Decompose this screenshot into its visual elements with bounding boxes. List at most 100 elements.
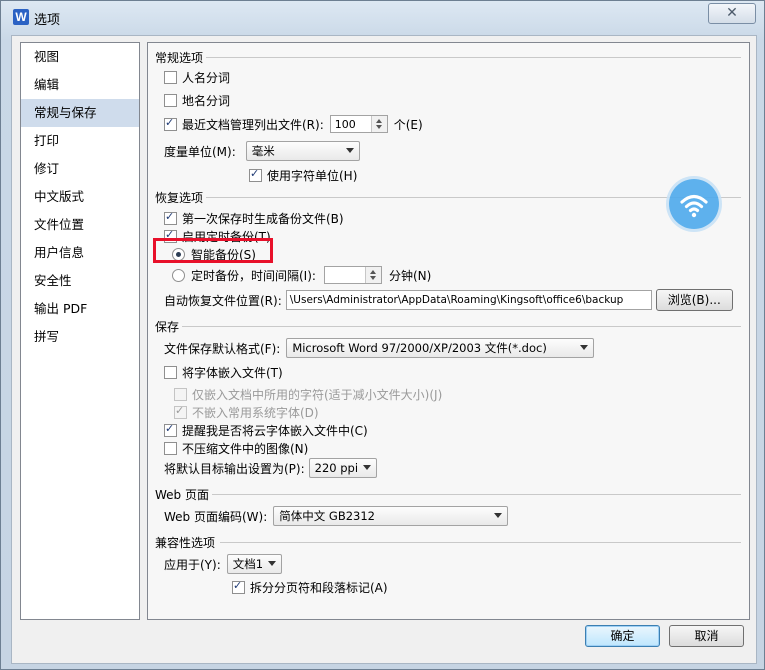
sidebar-item-user-info[interactable]: 用户信息 — [21, 239, 139, 267]
general-save-panel: 常规选项 人名分词 地名分词 最近文档管理列出文件(R): 100 个(E) — [147, 42, 750, 620]
remind-cloud-fonts-checkbox[interactable] — [164, 422, 177, 437]
web-encoding-select[interactable]: 简体中文 GB2312 — [273, 506, 509, 526]
autorecover-location-row: 自动恢复文件位置(R): \Users\Administrator\AppDat… — [164, 289, 733, 311]
place-name-checkbox[interactable] — [164, 94, 177, 107]
dialog-body: 视图 编辑 常规与保存 打印 修订 中文版式 文件位置 用户信息 安全性 输出 … — [11, 35, 757, 664]
chevron-down-icon — [267, 561, 276, 566]
stepper-arrows-icon[interactable] — [364, 267, 381, 283]
sidebar-item-spelling[interactable]: 拼写 — [21, 323, 139, 351]
recent-files-unit: 个(E) — [393, 117, 423, 132]
recent-files-option[interactable]: 最近文档管理列出文件(R): 100 个(E) — [164, 115, 423, 133]
chevron-down-icon — [362, 465, 371, 470]
section-save-title: 保存 — [155, 320, 180, 334]
default-output-value: 220 ppi — [314, 461, 359, 475]
no-compress-images-checkbox[interactable] — [164, 442, 177, 455]
recent-files-label: 最近文档管理列出文件(R): — [182, 117, 324, 132]
default-format-label: 文件保存默认格式(F): — [164, 341, 281, 356]
embed-fonts-label: 将字体嵌入文件(T) — [182, 366, 283, 380]
no-compress-images-option[interactable]: 不压缩文件中的图像(N) — [164, 440, 308, 457]
default-output-row: 将默认目标输出设置为(P): 220 ppi — [164, 458, 377, 478]
interval-backup-radio[interactable] — [172, 268, 185, 282]
smart-backup-highlight — [153, 238, 273, 263]
default-output-select[interactable]: 220 ppi — [308, 458, 377, 478]
embed-fonts-option[interactable]: 将字体嵌入文件(T) — [164, 364, 283, 381]
section-web-title: Web 页面 — [155, 488, 209, 502]
apply-to-select[interactable]: 文档1 — [226, 554, 282, 574]
split-page-break-option[interactable]: 拆分分页符和段落标记(A) — [232, 579, 388, 596]
recent-files-checkbox[interactable] — [164, 116, 177, 131]
section-general-title: 常规选项 — [155, 51, 204, 65]
web-encoding-label: Web 页面编码(W): — [164, 509, 268, 524]
first-save-backup-label: 第一次保存时生成备份文件(B) — [182, 212, 344, 226]
interval-backup-label: 定时备份，时间间隔(I): — [191, 268, 316, 283]
default-format-select[interactable]: Microsoft Word 97/2000/XP/2003 文件(*.doc) — [286, 338, 595, 358]
remind-cloud-fonts-option[interactable]: 提醒我是否将云字体嵌入文件中(C) — [164, 422, 368, 439]
no-common-fonts-checkbox — [174, 404, 187, 419]
sidebar-item-revision[interactable]: 修订 — [21, 155, 139, 183]
default-format-row: 文件保存默认格式(F): Microsoft Word 97/2000/XP/2… — [164, 338, 595, 358]
divider — [220, 542, 741, 543]
split-page-break-checkbox[interactable] — [232, 579, 245, 594]
cancel-button[interactable]: 取消 — [669, 625, 744, 647]
embed-used-chars-checkbox — [174, 388, 187, 401]
divider — [182, 326, 741, 327]
default-format-value: Microsoft Word 97/2000/XP/2003 文件(*.doc) — [292, 341, 547, 355]
sidebar-item-print[interactable]: 打印 — [21, 127, 139, 155]
sidebar-item-export-pdf[interactable]: 输出 PDF — [21, 295, 139, 323]
sidebar-item-general-save[interactable]: 常规与保存 — [21, 99, 139, 127]
section-recovery-title: 恢复选项 — [155, 191, 204, 205]
apply-to-value: 文档1 — [232, 557, 264, 571]
measure-unit-row: 度量单位(M): 毫米 — [164, 141, 360, 161]
chevron-down-icon — [494, 513, 503, 518]
browse-button[interactable]: 浏览(B)... — [655, 289, 733, 311]
default-output-label: 将默认目标输出设置为(P): — [164, 461, 305, 476]
sidebar-item-chinese-layout[interactable]: 中文版式 — [21, 183, 139, 211]
embed-fonts-checkbox[interactable] — [164, 366, 177, 379]
stepper-arrows-icon[interactable] — [370, 116, 387, 132]
person-name-label: 人名分词 — [182, 71, 231, 85]
char-unit-option[interactable]: 使用字符单位(H) — [249, 167, 357, 184]
close-button[interactable]: ✕ — [708, 3, 756, 24]
split-page-break-label: 拆分分页符和段落标记(A) — [250, 581, 388, 595]
recent-files-count-stepper[interactable]: 100 — [329, 115, 388, 133]
no-compress-images-label: 不压缩文件中的图像(N) — [182, 442, 309, 456]
no-common-fonts-label: 不嵌入常用系统字体(D) — [192, 406, 319, 420]
measure-unit-label: 度量单位(M): — [164, 144, 236, 159]
web-encoding-row: Web 页面编码(W): 简体中文 GB2312 — [164, 506, 509, 526]
options-dialog: W 选项 ✕ 视图 编辑 常规与保存 打印 修订 中文版式 文件位置 用户信息 … — [0, 0, 765, 670]
chevron-down-icon — [345, 148, 354, 153]
char-unit-checkbox[interactable] — [249, 167, 262, 182]
place-name-option[interactable]: 地名分词 — [164, 92, 230, 109]
interval-minutes-stepper[interactable] — [323, 266, 382, 284]
first-save-backup-checkbox[interactable] — [164, 210, 177, 225]
interval-backup-option[interactable]: 定时备份，时间间隔(I): 分钟(N) — [172, 266, 431, 284]
wifi-glyph — [680, 194, 708, 218]
sidebar-item-edit[interactable]: 编辑 — [21, 71, 139, 99]
autorecover-path-input[interactable]: \Users\Administrator\AppData\Roaming\Kin… — [285, 290, 652, 310]
person-name-checkbox[interactable] — [164, 71, 177, 84]
apply-to-row: 应用于(Y): 文档1 — [164, 554, 282, 574]
sidebar-item-file-location[interactable]: 文件位置 — [21, 211, 139, 239]
dialog-title: 选项 — [34, 13, 61, 28]
divider — [206, 57, 741, 58]
embed-used-chars-option: 仅嵌入文档中所用的字符(适于减小文件大小)(J) — [174, 386, 442, 403]
ok-button[interactable]: 确定 — [585, 625, 660, 647]
section-compat-title: 兼容性选项 — [155, 536, 216, 550]
measure-unit-select[interactable]: 毫米 — [245, 141, 360, 161]
title-bar: W 选项 ✕ — [1, 1, 764, 35]
remind-cloud-fonts-label: 提醒我是否将云字体嵌入文件中(C) — [182, 424, 368, 438]
first-save-backup-option[interactable]: 第一次保存时生成备份文件(B) — [164, 210, 344, 227]
measure-unit-value: 毫米 — [251, 144, 275, 158]
embed-used-chars-label: 仅嵌入文档中所用的字符(适于减小文件大小)(J) — [192, 388, 443, 402]
interval-unit-label: 分钟(N) — [388, 268, 432, 283]
web-encoding-value: 简体中文 GB2312 — [279, 509, 375, 523]
sidebar-item-view[interactable]: 视图 — [21, 43, 139, 71]
person-name-option[interactable]: 人名分词 — [164, 69, 230, 86]
sidebar-item-security[interactable]: 安全性 — [21, 267, 139, 295]
divider — [206, 197, 741, 198]
char-unit-label: 使用字符单位(H) — [267, 169, 358, 183]
options-category-list: 视图 编辑 常规与保存 打印 修订 中文版式 文件位置 用户信息 安全性 输出 … — [20, 42, 140, 620]
chevron-down-icon — [580, 345, 589, 350]
no-common-fonts-option: 不嵌入常用系统字体(D) — [174, 404, 319, 421]
wifi-icon[interactable] — [669, 179, 719, 229]
